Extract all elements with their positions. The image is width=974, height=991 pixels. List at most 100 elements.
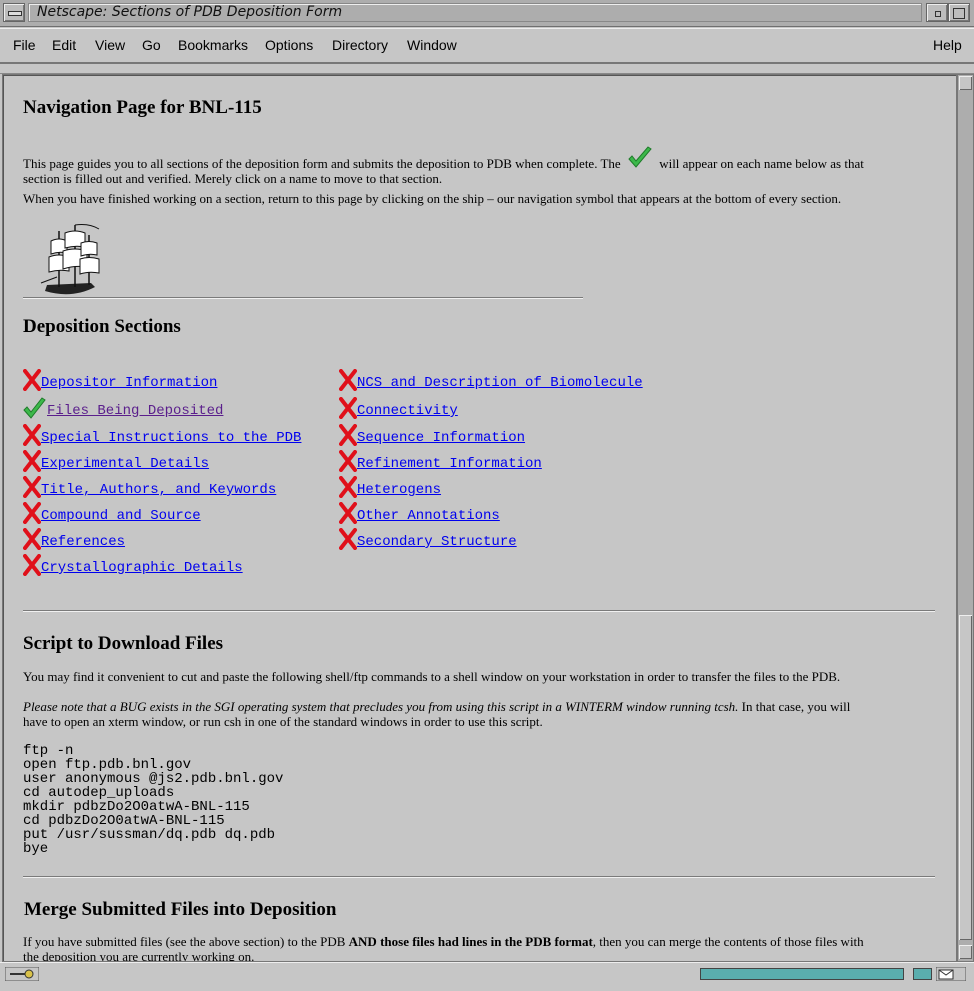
- section-link[interactable]: Compound and Source: [41, 508, 201, 524]
- scroll-thumb[interactable]: [959, 615, 972, 940]
- return-instructions: When you have finished working on a sect…: [23, 191, 842, 206]
- merge-heading: Merge Submitted Files into Deposition: [24, 899, 337, 920]
- mail-icon[interactable]: [936, 967, 966, 981]
- section-link[interactable]: Special Instructions to the PDB: [41, 430, 301, 446]
- section-row: References: [23, 524, 125, 550]
- page-title: Navigation Page for BNL-115: [23, 97, 262, 118]
- scroll-down-arrow[interactable]: [959, 945, 972, 959]
- menu-help[interactable]: Help: [933, 37, 962, 53]
- section-row: Sequence Information: [339, 420, 525, 446]
- section-row: Other Annotations: [339, 498, 500, 524]
- section-divider-2: [23, 876, 935, 878]
- section-row: NCS and Description of Biomolecule: [339, 365, 643, 391]
- x-mark-icon: [23, 476, 41, 498]
- merge-text-3: the deposition you are currently working…: [23, 949, 255, 962]
- content-frame: Navigation Page for BNL-115 This page gu…: [2, 74, 957, 962]
- security-key-icon[interactable]: [5, 967, 39, 981]
- incomplete-mark: [23, 424, 41, 446]
- x-mark-icon: [339, 369, 357, 391]
- incomplete-mark: [339, 476, 357, 498]
- menu-view[interactable]: View: [95, 37, 125, 53]
- complete-mark: [23, 397, 47, 419]
- intro-text-line2: section is filled out and verified. Mere…: [23, 171, 443, 186]
- menu-bar: File Edit View Go Bookmarks Options Dire…: [0, 28, 974, 64]
- incomplete-mark: [23, 476, 41, 498]
- minimize-icon: [935, 11, 941, 17]
- menu-edit[interactable]: Edit: [52, 37, 76, 53]
- x-mark-icon: [339, 424, 357, 446]
- menu-bookmarks[interactable]: Bookmarks: [178, 37, 248, 53]
- merge-text-1: If you have submitted files (see the abo…: [23, 934, 349, 949]
- section-link[interactable]: References: [41, 534, 125, 550]
- bug-note-line2: have to open an xterm window, or run csh…: [23, 714, 543, 729]
- x-mark-icon: [339, 450, 357, 472]
- section-row: Compound and Source: [23, 498, 201, 524]
- section-link[interactable]: Other Annotations: [357, 508, 500, 524]
- bug-note: Please note that a BUG exists in the SGI…: [23, 699, 938, 729]
- menu-file[interactable]: File: [13, 37, 36, 53]
- x-mark-icon: [23, 424, 41, 446]
- x-mark-icon: [23, 450, 41, 472]
- section-row: Experimental Details: [23, 446, 209, 472]
- section-link[interactable]: Connectivity: [357, 403, 458, 419]
- title-bar: Netscape: Sections of PDB Deposition For…: [0, 0, 974, 27]
- incomplete-mark: [339, 424, 357, 446]
- merge-text-2: , then you can merge the contents of tho…: [592, 934, 864, 949]
- intro-paragraph: This page guides you to all sections of …: [23, 146, 938, 186]
- window-menu-button[interactable]: [3, 3, 25, 22]
- vertical-scrollbar[interactable]: [957, 74, 974, 962]
- ship-icon[interactable]: [37, 221, 107, 299]
- section-link[interactable]: Experimental Details: [41, 456, 209, 472]
- scroll-up-arrow[interactable]: [959, 76, 972, 90]
- section-link[interactable]: NCS and Description of Biomolecule: [357, 375, 643, 391]
- bug-note-rest: In that case, you will: [738, 699, 851, 714]
- merge-bold-format: those files had lines in the PDB format: [376, 934, 593, 949]
- section-row: Heterogens: [339, 472, 441, 498]
- section-link[interactable]: Secondary Structure: [357, 534, 517, 550]
- menu-go[interactable]: Go: [142, 37, 161, 53]
- checkmark-icon: [628, 146, 652, 168]
- section-row: Special Instructions to the PDB: [23, 420, 301, 446]
- status-bar: [0, 962, 974, 991]
- incomplete-mark: [339, 502, 357, 524]
- x-mark-icon: [339, 528, 357, 550]
- section-row: Title, Authors, and Keywords: [23, 472, 276, 498]
- sections-heading: Deposition Sections: [23, 316, 181, 337]
- x-mark-icon: [23, 369, 41, 391]
- section-link[interactable]: Depositor Information: [41, 375, 217, 391]
- x-mark-icon: [23, 554, 41, 576]
- incomplete-mark: [23, 450, 41, 472]
- menu-window[interactable]: Window: [407, 37, 457, 53]
- incomplete-mark: [339, 450, 357, 472]
- x-mark-icon: [339, 476, 357, 498]
- script-intro: You may find it convenient to cut and pa…: [23, 669, 841, 684]
- incomplete-mark: [23, 554, 41, 576]
- incomplete-mark: [23, 528, 41, 550]
- section-row: Depositor Information: [23, 365, 217, 391]
- menu-options[interactable]: Options: [265, 37, 313, 53]
- section-link[interactable]: Refinement Information: [357, 456, 542, 472]
- section-link[interactable]: Heterogens: [357, 482, 441, 498]
- incomplete-mark: [339, 397, 357, 419]
- checkmark-icon: [23, 397, 46, 419]
- incomplete-mark: [23, 369, 41, 391]
- x-mark-icon: [339, 397, 357, 419]
- minimize-button[interactable]: [926, 3, 948, 22]
- progress-indicator: [913, 968, 932, 980]
- ship-divider: [23, 297, 583, 299]
- section-row: Connectivity: [339, 393, 458, 419]
- section-row: Crystallographic Details: [23, 550, 243, 576]
- section-row: Refinement Information: [339, 446, 542, 472]
- progress-bar: [700, 968, 904, 980]
- incomplete-mark: [23, 502, 41, 524]
- section-link[interactable]: Title, Authors, and Keywords: [41, 482, 276, 498]
- section-link[interactable]: Sequence Information: [357, 430, 525, 446]
- maximize-icon: [953, 8, 965, 19]
- incomplete-mark: [339, 528, 357, 550]
- section-link[interactable]: Files Being Deposited: [47, 403, 223, 419]
- section-link[interactable]: Crystallographic Details: [41, 560, 243, 576]
- ftp-script: ftp -n open ftp.pdb.bnl.gov user anonymo…: [23, 743, 284, 857]
- maximize-button[interactable]: [948, 3, 970, 22]
- x-mark-icon: [23, 502, 41, 524]
- menu-directory[interactable]: Directory: [332, 37, 388, 53]
